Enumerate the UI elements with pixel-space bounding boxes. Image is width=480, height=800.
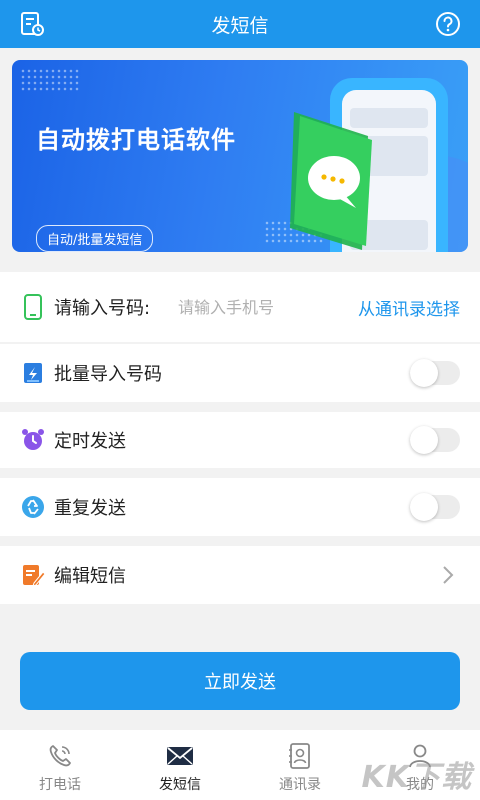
repeat-send-toggle[interactable] bbox=[410, 493, 460, 521]
batch-import-label: 批量导入号码 bbox=[54, 364, 162, 385]
import-icon bbox=[20, 360, 46, 386]
repeat-send-label: 重复发送 bbox=[54, 498, 126, 519]
recycle-icon bbox=[20, 494, 46, 520]
nav-item-call[interactable]: 打电话 bbox=[0, 730, 120, 800]
send-now-button[interactable]: 立即发送 bbox=[20, 652, 460, 710]
edit-icon bbox=[20, 562, 46, 588]
toggle-knob bbox=[410, 359, 438, 387]
phone-chat-illustration bbox=[290, 78, 468, 252]
nav-item-sms[interactable]: 发短信 bbox=[120, 730, 240, 800]
nav-label-sms: 发短信 bbox=[159, 777, 201, 793]
app-header: 发短信 bbox=[0, 0, 480, 48]
phone-number-label: 请输入号码: bbox=[54, 298, 151, 319]
select-from-contacts-link[interactable]: 从通讯录选择 bbox=[358, 295, 460, 320]
promo-banner[interactable]: 自动拨打电话软件 自动/批量发短信 bbox=[12, 60, 468, 252]
nav-item-contacts[interactable]: 通讯录 bbox=[240, 730, 360, 800]
alarm-clock-icon bbox=[20, 427, 46, 453]
phone-icon bbox=[46, 742, 74, 770]
repeat-send-row[interactable]: 重复发送 bbox=[0, 478, 480, 536]
scheduled-send-toggle[interactable] bbox=[410, 426, 460, 454]
page-title: 发短信 bbox=[211, 14, 269, 37]
phone-number-input[interactable] bbox=[178, 293, 328, 321]
chevron-right-icon bbox=[443, 566, 454, 584]
toggle-knob bbox=[410, 493, 438, 521]
scheduled-send-row[interactable]: 定时发送 bbox=[0, 412, 480, 468]
banner-subtitle-tag: 自动/批量发短信 bbox=[36, 225, 154, 252]
envelope-icon bbox=[166, 742, 194, 770]
task-list-clock-icon[interactable] bbox=[16, 8, 48, 40]
watermark-text: KK下载 bbox=[361, 760, 472, 795]
toggle-knob bbox=[410, 426, 438, 454]
edit-sms-label: 编辑短信 bbox=[54, 566, 126, 587]
mobile-phone-icon bbox=[20, 294, 46, 320]
edit-sms-row[interactable]: 编辑短信 bbox=[0, 546, 480, 604]
nav-label-call: 打电话 bbox=[39, 777, 81, 793]
scheduled-send-label: 定时发送 bbox=[54, 431, 126, 452]
nav-label-contacts: 通讯录 bbox=[279, 777, 321, 793]
batch-import-row[interactable]: 批量导入号码 bbox=[0, 344, 480, 402]
contacts-book-icon bbox=[286, 742, 314, 770]
phone-number-row: 请输入号码: 从通讯录选择 bbox=[0, 272, 480, 342]
batch-import-toggle[interactable] bbox=[410, 359, 460, 387]
banner-dots-decoration bbox=[20, 68, 80, 92]
banner-title: 自动拨打电话软件 bbox=[36, 126, 236, 154]
help-icon[interactable] bbox=[432, 8, 464, 40]
